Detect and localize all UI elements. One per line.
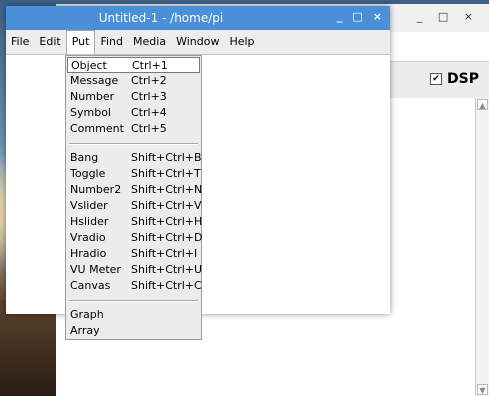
menu-item-label: Canvas — [70, 279, 111, 292]
menu-item-bang[interactable]: Bang Shift+Ctrl+B — [66, 150, 202, 166]
menu-find[interactable]: Find — [95, 30, 128, 54]
menu-item-label: Number2 — [70, 183, 122, 196]
menu-item-vu-meter[interactable]: VU Meter Shift+Ctrl+U — [66, 262, 203, 278]
menubar: File Edit Put Find Media Window Help — [6, 30, 390, 55]
menu-item-label: Comment — [70, 122, 124, 135]
menu-item-canvas[interactable]: Canvas Shift+Ctrl+C — [66, 278, 202, 294]
maximize-icon[interactable]: □ — [352, 10, 362, 23]
menu-item-shortcut: Ctrl+1 — [132, 59, 168, 72]
menu-item-label: Number — [70, 90, 115, 103]
menu-item-number[interactable]: Number Ctrl+3 — [66, 89, 201, 105]
menu-item-vradio[interactable]: Vradio Shift+Ctrl+D — [66, 230, 203, 246]
menu-item-label: Bang — [70, 151, 99, 164]
menu-separator — [69, 143, 198, 145]
menu-item-shortcut: Shift+Ctrl+T — [131, 167, 201, 180]
menu-item-vslider[interactable]: Vslider Shift+Ctrl+V — [66, 198, 202, 214]
menu-help[interactable]: Help — [224, 30, 259, 54]
menu-item-message[interactable]: Message Ctrl+2 — [66, 73, 201, 89]
menu-file[interactable]: File — [6, 30, 34, 54]
scroll-down-icon[interactable]: ▼ — [477, 384, 488, 395]
menu-item-label: Vslider — [70, 199, 108, 212]
menu-window[interactable]: Window — [171, 30, 224, 54]
patch-titlebar[interactable]: Untitled-1 - /home/pi _ □ × — [6, 6, 390, 30]
menu-item-shortcut: Shift+Ctrl+C — [131, 279, 202, 292]
menu-item-label: Message — [70, 74, 119, 87]
menu-item-shortcut: Ctrl+5 — [131, 122, 167, 135]
menu-item-label: Symbol — [70, 106, 111, 119]
menu-item-shortcut: Shift+Ctrl+I — [131, 247, 198, 260]
menu-item-graph[interactable]: Graph — [66, 307, 201, 323]
dsp-checkbox[interactable]: ✔ — [430, 73, 443, 85]
menu-item-shortcut: Ctrl+2 — [131, 74, 167, 87]
menu-media[interactable]: Media — [128, 30, 171, 54]
close-icon[interactable]: × — [373, 10, 382, 23]
menu-item-label: Hradio — [70, 247, 107, 260]
scroll-up-icon[interactable]: ▲ — [477, 99, 488, 110]
menu-item-label: Graph — [70, 308, 104, 321]
menu-item-label: Hslider — [70, 215, 109, 228]
menu-item-shortcut: Shift+Ctrl+U — [131, 263, 203, 276]
menu-item-shortcut: Ctrl+3 — [131, 90, 167, 103]
menu-item-symbol[interactable]: Symbol Ctrl+4 — [66, 105, 201, 121]
menu-item-toggle[interactable]: Toggle Shift+Ctrl+T — [66, 166, 201, 182]
menu-item-hradio[interactable]: Hradio Shift+Ctrl+I — [66, 246, 201, 262]
menu-item-shortcut: Shift+Ctrl+V — [131, 199, 202, 212]
menu-item-shortcut: Shift+Ctrl+H — [131, 215, 203, 228]
menu-edit[interactable]: Edit — [34, 30, 65, 54]
window-title: Untitled-1 - /home/pi — [98, 11, 224, 25]
menu-item-label: Toggle — [70, 167, 106, 180]
menu-item-label: Object — [71, 59, 107, 72]
pd-main-window-controls: _ □ × — [417, 10, 479, 23]
menu-item-object[interactable]: Object Ctrl+1 — [67, 57, 200, 73]
menu-item-label: VU Meter — [70, 263, 121, 276]
menu-item-shortcut: Ctrl+4 — [131, 106, 167, 119]
menu-item-shortcut: Shift+Ctrl+B — [131, 151, 202, 164]
menu-put[interactable]: Put — [65, 30, 96, 54]
menu-item-number2[interactable]: Number2 Shift+Ctrl+N — [66, 182, 203, 198]
maximize-icon[interactable]: □ — [438, 10, 454, 23]
menu-item-shortcut: Shift+Ctrl+D — [131, 231, 203, 244]
minimize-icon[interactable]: _ — [417, 10, 429, 23]
dsp-label: DSP — [447, 71, 479, 87]
pd-main-scrollbar[interactable]: ▲ ▼ — [475, 98, 489, 396]
close-icon[interactable]: × — [464, 10, 479, 23]
minimize-icon[interactable]: _ — [337, 10, 343, 23]
put-menu-dropdown: Object Ctrl+1 Message Ctrl+2 Number Ctrl… — [65, 55, 202, 340]
menu-separator — [69, 300, 198, 302]
menu-item-hslider[interactable]: Hslider Shift+Ctrl+H — [66, 214, 203, 230]
menu-item-shortcut: Shift+Ctrl+N — [131, 183, 203, 196]
menu-item-comment[interactable]: Comment Ctrl+5 — [66, 121, 201, 137]
menu-item-label: Array — [70, 324, 100, 337]
wallpaper-hill — [0, 300, 60, 396]
patch-window-controls: _ □ × — [337, 10, 382, 23]
dsp-toggle[interactable]: ✔ DSP — [430, 71, 479, 87]
menu-item-array[interactable]: Array — [66, 323, 201, 339]
menu-item-label: Vradio — [70, 231, 106, 244]
